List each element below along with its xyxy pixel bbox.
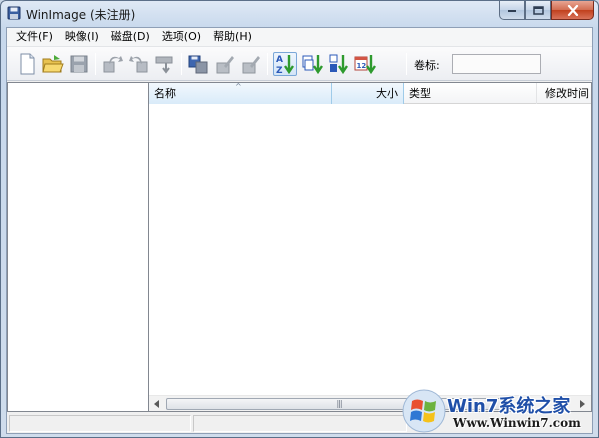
sort-type-icon <box>329 54 348 75</box>
write-disk-button[interactable] <box>187 52 211 76</box>
sort-size-icon <box>302 55 323 75</box>
wipe-brush-icon <box>242 56 260 74</box>
volume-input[interactable] <box>452 54 541 74</box>
caption-buttons <box>499 1 594 20</box>
menu-image[interactable]: 映像(I) <box>59 28 105 46</box>
close-button[interactable] <box>551 1 594 20</box>
open-folder-icon <box>42 55 64 73</box>
sort-by-size-button[interactable] <box>301 52 325 76</box>
windows-logo-icon <box>402 389 446 433</box>
minimize-button[interactable] <box>499 1 525 20</box>
list-header: 名称 ^ 大小 类型 修改时间 <box>149 83 591 104</box>
toolbar-separator <box>95 53 96 75</box>
new-button[interactable] <box>15 52 39 76</box>
maximize-icon <box>532 5 544 15</box>
client-area: 文件(F) 映像(I) 磁盘(D) 选项(O) 帮助(H) A Z 12 卷标:… <box>6 27 593 434</box>
menu-bar: 文件(F) 映像(I) 磁盘(D) 选项(O) 帮助(H) <box>7 28 592 47</box>
minimize-icon <box>508 10 516 12</box>
sort-az-icon: AZ <box>276 55 294 75</box>
sort-by-date-button[interactable]: 12 <box>353 52 377 76</box>
status-pane-left <box>9 415 191 432</box>
extract-button[interactable] <box>101 52 125 76</box>
format-brush-icon <box>216 56 234 74</box>
arrow-left-icon <box>154 400 159 408</box>
window-title: WinImage (未注册) <box>26 8 136 22</box>
volume-label: 卷标: <box>414 59 440 72</box>
svg-text:12: 12 <box>357 62 367 70</box>
title-bar[interactable]: WinImage (未注册) <box>1 1 598 27</box>
file-list-pane[interactable]: 名称 ^ 大小 类型 修改时间 ||| <box>149 82 592 412</box>
sort-by-type-button[interactable] <box>327 52 351 76</box>
watermark-brand: Win7系统之家 <box>447 396 571 417</box>
extract-arrow-icon <box>103 56 123 73</box>
wipe-button[interactable] <box>239 52 263 76</box>
delete-icon <box>155 56 173 74</box>
watermark: Win7系统之家 Www.Winwin7.com <box>399 382 598 437</box>
save-button[interactable] <box>67 52 91 76</box>
sort-date-icon: 12 <box>354 55 376 75</box>
delete-button[interactable] <box>153 52 177 76</box>
disk-write-icon <box>188 55 208 74</box>
watermark-url: Www.Winwin7.com <box>453 416 581 430</box>
inject-button[interactable] <box>127 52 151 76</box>
format-button[interactable] <box>213 52 237 76</box>
folder-tree-pane[interactable] <box>7 82 149 412</box>
inject-arrow-icon <box>129 56 148 73</box>
menu-help[interactable]: 帮助(H) <box>207 28 258 46</box>
floppy-disk-icon <box>7 6 21 20</box>
svg-text:A: A <box>276 55 283 65</box>
app-window: WinImage (未注册) 文件(F) 映像(I) 磁盘(D) 选项(O) 帮… <box>0 0 599 438</box>
column-header-size[interactable]: 大小 <box>332 83 404 104</box>
toolbar-separator <box>267 53 268 75</box>
save-disk-icon <box>70 55 88 73</box>
grip-icon: ||| <box>336 399 342 408</box>
menu-disk[interactable]: 磁盘(D) <box>105 28 156 46</box>
column-header-modified[interactable]: 修改时间 <box>537 83 591 104</box>
toolbar-separator <box>181 53 182 75</box>
menu-options[interactable]: 选项(O) <box>156 28 207 46</box>
toolbar-separator <box>406 53 407 75</box>
scroll-left-button[interactable] <box>149 396 165 412</box>
column-header-type[interactable]: 类型 <box>404 83 537 104</box>
svg-text:Z: Z <box>276 66 283 75</box>
menu-file[interactable]: 文件(F) <box>10 28 59 46</box>
toolbar: AZ 12 卷标: <box>7 47 592 81</box>
open-button[interactable] <box>41 52 65 76</box>
maximize-button[interactable] <box>525 1 551 20</box>
new-document-icon <box>20 53 35 75</box>
close-icon <box>567 4 578 16</box>
sort-by-name-button[interactable]: AZ <box>273 52 297 76</box>
status-pane-middle <box>193 415 407 432</box>
sort-ascending-icon: ^ <box>235 83 242 91</box>
column-header-name[interactable]: 名称 ^ <box>149 83 332 104</box>
